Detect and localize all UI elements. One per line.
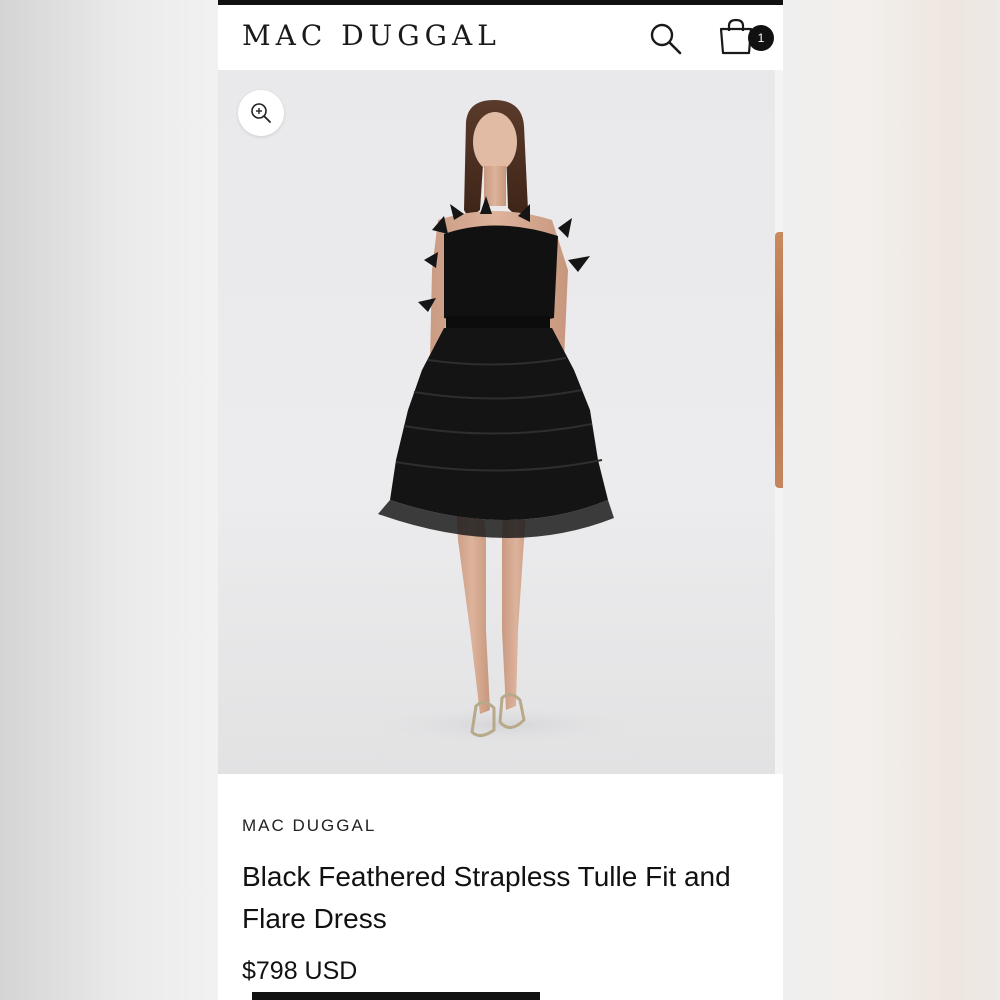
add-to-bag-button[interactable] [252, 992, 540, 1000]
product-price: $798 USD [242, 957, 358, 985]
brand-logo[interactable]: MAC DUGGAL [242, 18, 501, 54]
next-image-peek[interactable] [775, 70, 783, 774]
site-header: MAC DUGGAL 1 [218, 5, 783, 69]
zoom-button[interactable] [238, 90, 284, 136]
background-right [783, 0, 1000, 1000]
next-image-sliver [775, 232, 783, 488]
product-title: Black Feathered Strapless Tulle Fit and … [242, 861, 731, 934]
search-icon[interactable] [648, 21, 684, 57]
product-brand[interactable]: MAC DUGGAL [242, 816, 376, 836]
product-image-gallery[interactable] [218, 70, 783, 774]
product-photo [353, 100, 653, 747]
mobile-product-page: MAC DUGGAL 1 MAC DUGGAL Black Feathered … [218, 0, 783, 1000]
cart-count-badge: 1 [748, 25, 774, 51]
zoom-in-icon [251, 103, 271, 123]
